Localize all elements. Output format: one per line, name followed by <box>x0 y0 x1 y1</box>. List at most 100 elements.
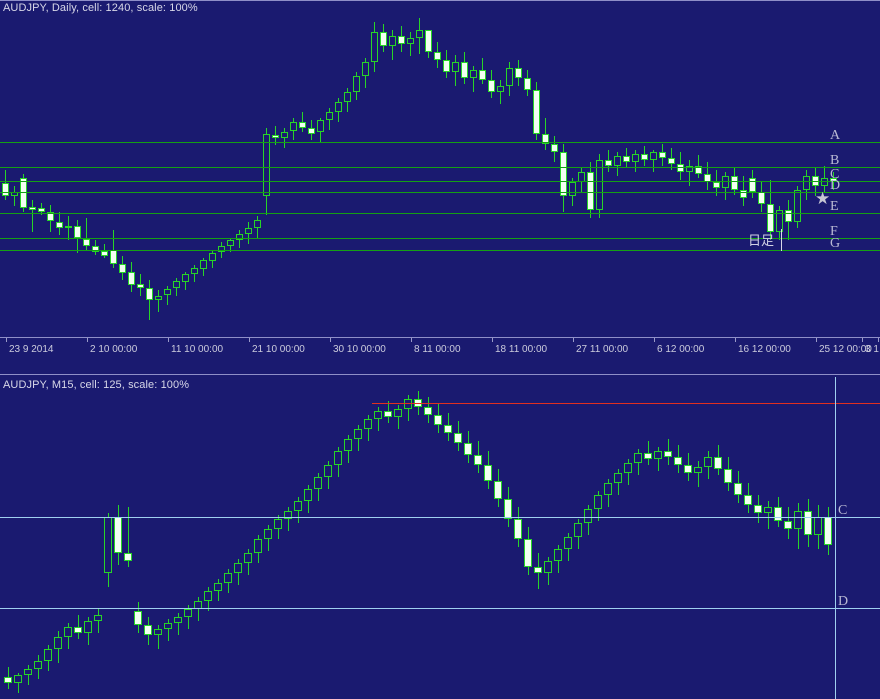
candle-body <box>353 76 360 92</box>
candle-body <box>434 52 441 60</box>
candle-body <box>294 501 302 511</box>
candle-body <box>724 469 732 483</box>
axis-tick-label: 3 1 00:00 <box>865 344 880 355</box>
candle-body <box>587 172 594 210</box>
candle-body <box>407 38 414 44</box>
chart-application-window: AUDJPY, Daily, cell: 1240, scale: 100% A… <box>0 0 880 699</box>
candle-body <box>54 637 62 649</box>
daily-chart-title: AUDJPY, Daily, cell: 1240, scale: 100% <box>3 2 198 14</box>
candle-body <box>784 521 792 529</box>
m15-chart-title: AUDJPY, M15, cell: 125, scale: 100% <box>3 379 190 391</box>
candle-body <box>644 453 652 459</box>
candle-body <box>264 529 272 539</box>
candle-body <box>504 499 512 519</box>
candle-body <box>488 80 495 92</box>
candle-body <box>314 477 322 489</box>
price-level-line[interactable] <box>0 192 880 193</box>
price-level-line[interactable] <box>0 167 880 168</box>
candle-body <box>659 152 666 158</box>
axis-tick <box>330 338 331 342</box>
candle-body <box>114 517 122 553</box>
axis-tick-label: 16 12 00:00 <box>738 344 791 355</box>
candle-body <box>344 92 351 102</box>
price-level-line[interactable] <box>0 608 880 609</box>
candle-body <box>734 483 742 495</box>
candle-body <box>560 152 567 196</box>
price-level-line[interactable] <box>0 517 880 518</box>
candle-body <box>324 465 332 477</box>
top-border <box>0 0 880 1</box>
candle-body <box>821 178 828 186</box>
candle-body <box>444 425 452 433</box>
candle-body <box>374 411 382 419</box>
candle-wick <box>68 216 69 240</box>
candle-body <box>245 228 252 234</box>
candle-wick <box>768 501 769 529</box>
candle-body <box>758 192 765 204</box>
axis-tick-label: 6 12 00:00 <box>657 344 705 355</box>
axis-tick-label: 2 10 00:00 <box>90 344 138 355</box>
candle-body <box>263 134 270 196</box>
price-level-line[interactable] <box>0 181 880 182</box>
candle-body <box>404 399 412 409</box>
candle-body <box>774 507 782 521</box>
candle-body <box>484 465 492 481</box>
candle-body <box>362 62 369 76</box>
candle-body <box>650 152 657 160</box>
candle-body <box>244 553 252 563</box>
price-level-line[interactable] <box>372 403 880 404</box>
price-level-line[interactable] <box>0 142 880 143</box>
axis-tick <box>168 338 169 342</box>
candle-body <box>326 112 333 120</box>
candle-body <box>4 677 12 683</box>
axis-tick-label: 30 10 00:00 <box>333 344 386 355</box>
candle-body <box>604 483 612 495</box>
candle-body <box>24 669 32 675</box>
candle-body <box>64 627 72 637</box>
candle-body <box>29 207 36 210</box>
price-level-line[interactable] <box>0 213 880 214</box>
candle-body <box>544 561 552 573</box>
candle-body <box>155 296 162 300</box>
candle-body <box>668 158 675 164</box>
candle-body <box>290 122 297 131</box>
candle-body <box>534 567 542 573</box>
daily-chart-panel[interactable]: AUDJPY, Daily, cell: 1240, scale: 100% A… <box>0 0 880 337</box>
candle-body <box>281 132 288 138</box>
price-level-label-a: A <box>830 128 841 143</box>
daily-annotation-divider <box>781 229 782 251</box>
candle-body <box>119 264 126 273</box>
axis-tick <box>816 338 817 342</box>
candle-body <box>554 549 562 561</box>
price-level-line[interactable] <box>0 250 880 251</box>
candle-body <box>214 583 222 591</box>
candle-body <box>38 208 45 212</box>
price-level-label-c: C <box>838 503 848 518</box>
candle-body <box>474 455 482 465</box>
candle-body <box>398 36 405 44</box>
candle-body <box>380 32 387 46</box>
m15-chart-panel[interactable]: AUDJPY, M15, cell: 125, scale: 100% CD ※… <box>0 377 880 699</box>
candle-body <box>614 156 621 166</box>
candle-body <box>134 611 142 625</box>
time-axis-strip: 23 9 2014 2 10 00:00 11 10 00:00 21 10 00:0… <box>0 337 880 375</box>
candle-body <box>146 288 153 300</box>
candle-body <box>814 517 822 535</box>
candle-wick <box>410 32 411 56</box>
panel-separator <box>0 374 880 375</box>
candle-body <box>204 591 212 601</box>
axis-tick <box>87 338 88 342</box>
candle-body <box>144 625 152 635</box>
daily-timeframe-annotation: 日足 <box>748 234 775 249</box>
candle-body <box>416 30 423 38</box>
candle-body <box>764 507 772 513</box>
axis-tick <box>411 338 412 342</box>
candle-body <box>684 465 692 473</box>
candle-body <box>299 122 306 128</box>
candle-body <box>713 182 720 188</box>
candle-body <box>524 539 532 567</box>
candle-body <box>824 517 832 545</box>
price-level-label-b: B <box>830 153 840 168</box>
candle-body <box>533 90 540 134</box>
candle-body <box>654 451 662 459</box>
